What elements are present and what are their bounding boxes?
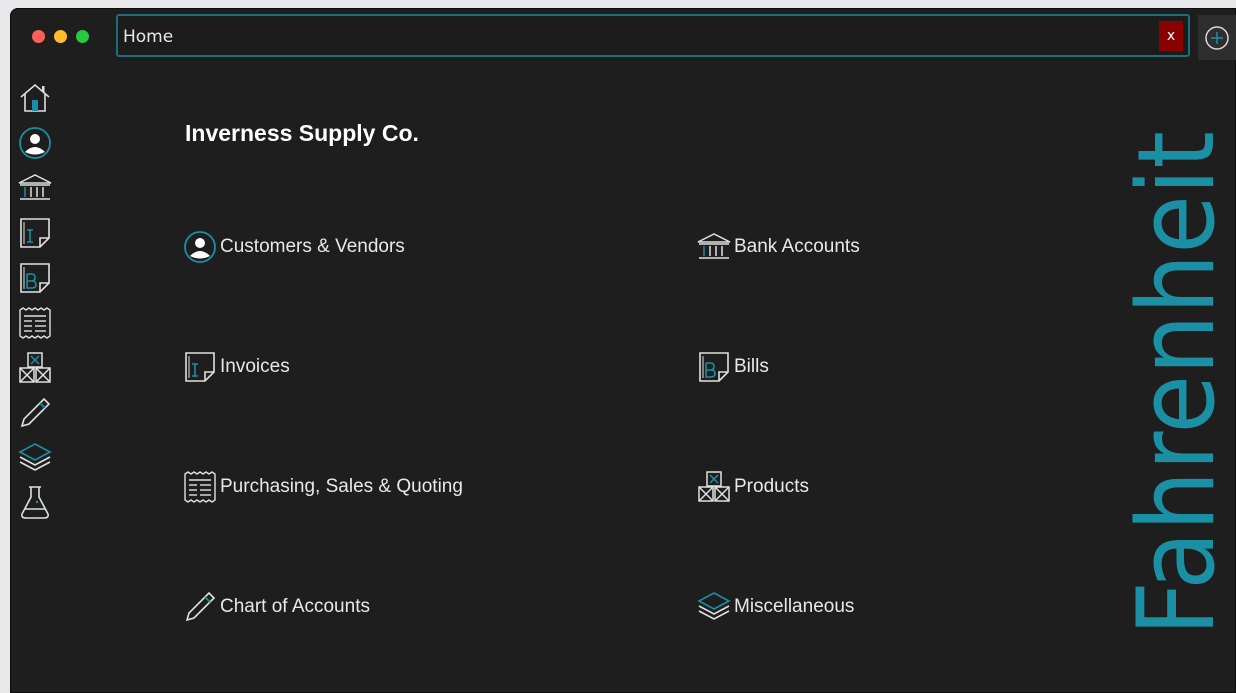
bank-icon xyxy=(18,174,52,200)
sidebar-item-products[interactable] xyxy=(17,350,53,386)
sidebar-item-chart-of-accounts[interactable] xyxy=(17,395,53,431)
sidebar-item-bills[interactable] xyxy=(17,260,53,296)
menu-customers-vendors[interactable]: Customers & Vendors xyxy=(182,229,405,265)
layers-icon xyxy=(18,443,52,471)
bill-icon xyxy=(20,263,50,293)
boxes-icon xyxy=(19,352,51,383)
user-circle-icon xyxy=(184,231,216,263)
brand-logo: Fahrenheit xyxy=(1115,131,1230,636)
plus-circle-icon xyxy=(1205,25,1229,50)
add-tab-button[interactable] xyxy=(1198,15,1236,60)
minimize-window-button[interactable] xyxy=(54,30,67,43)
menu-label: Purchasing, Sales & Quoting xyxy=(220,476,463,497)
pencil-icon xyxy=(185,591,216,622)
invoice-icon xyxy=(20,218,50,248)
menu-chart-of-accounts[interactable]: Chart of Accounts xyxy=(182,589,370,625)
window-controls xyxy=(32,30,89,43)
maximize-window-button[interactable] xyxy=(76,30,89,43)
receipt-icon xyxy=(19,307,51,339)
tab-title: Home xyxy=(123,27,174,47)
sidebar-item-lab[interactable] xyxy=(17,485,53,521)
app-window: Home x Inverness Supply Co. Customers & … xyxy=(10,8,1236,693)
layers-icon xyxy=(697,592,731,620)
bill-icon xyxy=(699,352,729,382)
menu-label: Chart of Accounts xyxy=(220,596,370,617)
home-icon xyxy=(20,83,50,112)
menu-label: Products xyxy=(734,476,809,497)
user-circle-icon xyxy=(19,127,51,159)
boxes-icon xyxy=(698,471,730,502)
bank-icon xyxy=(697,233,731,259)
brand-text: Fahrenheit xyxy=(1115,131,1230,636)
flask-icon xyxy=(21,486,49,519)
menu-products[interactable]: Products xyxy=(696,469,809,505)
menu-label: Bank Accounts xyxy=(734,236,860,257)
tab-home[interactable]: Home x xyxy=(116,14,1190,57)
menu-bank-accounts[interactable]: Bank Accounts xyxy=(696,229,860,265)
tab-close-button[interactable]: x xyxy=(1159,21,1183,51)
menu-bills[interactable]: Bills xyxy=(696,349,769,385)
menu-label: Customers & Vendors xyxy=(220,236,405,257)
sidebar-item-miscellaneous[interactable] xyxy=(17,440,53,476)
invoice-icon xyxy=(185,352,215,382)
sidebar-item-purchasing[interactable] xyxy=(17,305,53,341)
menu-miscellaneous[interactable]: Miscellaneous xyxy=(696,589,854,625)
menu-label: Invoices xyxy=(220,356,290,377)
sidebar-item-customers-vendors[interactable] xyxy=(17,125,53,161)
menu-label: Bills xyxy=(734,356,769,377)
menu-purchasing-sales-quoting[interactable]: Purchasing, Sales & Quoting xyxy=(182,469,463,505)
sidebar-item-bank-accounts[interactable] xyxy=(17,170,53,206)
sidebar-item-invoices[interactable] xyxy=(17,215,53,251)
receipt-icon xyxy=(184,471,216,503)
sidebar-item-home[interactable] xyxy=(17,80,53,116)
company-name: Inverness Supply Co. xyxy=(185,120,419,146)
pencil-icon xyxy=(20,397,51,428)
menu-label: Miscellaneous xyxy=(734,596,855,617)
menu-invoices[interactable]: Invoices xyxy=(182,349,290,385)
close-window-button[interactable] xyxy=(32,30,45,43)
